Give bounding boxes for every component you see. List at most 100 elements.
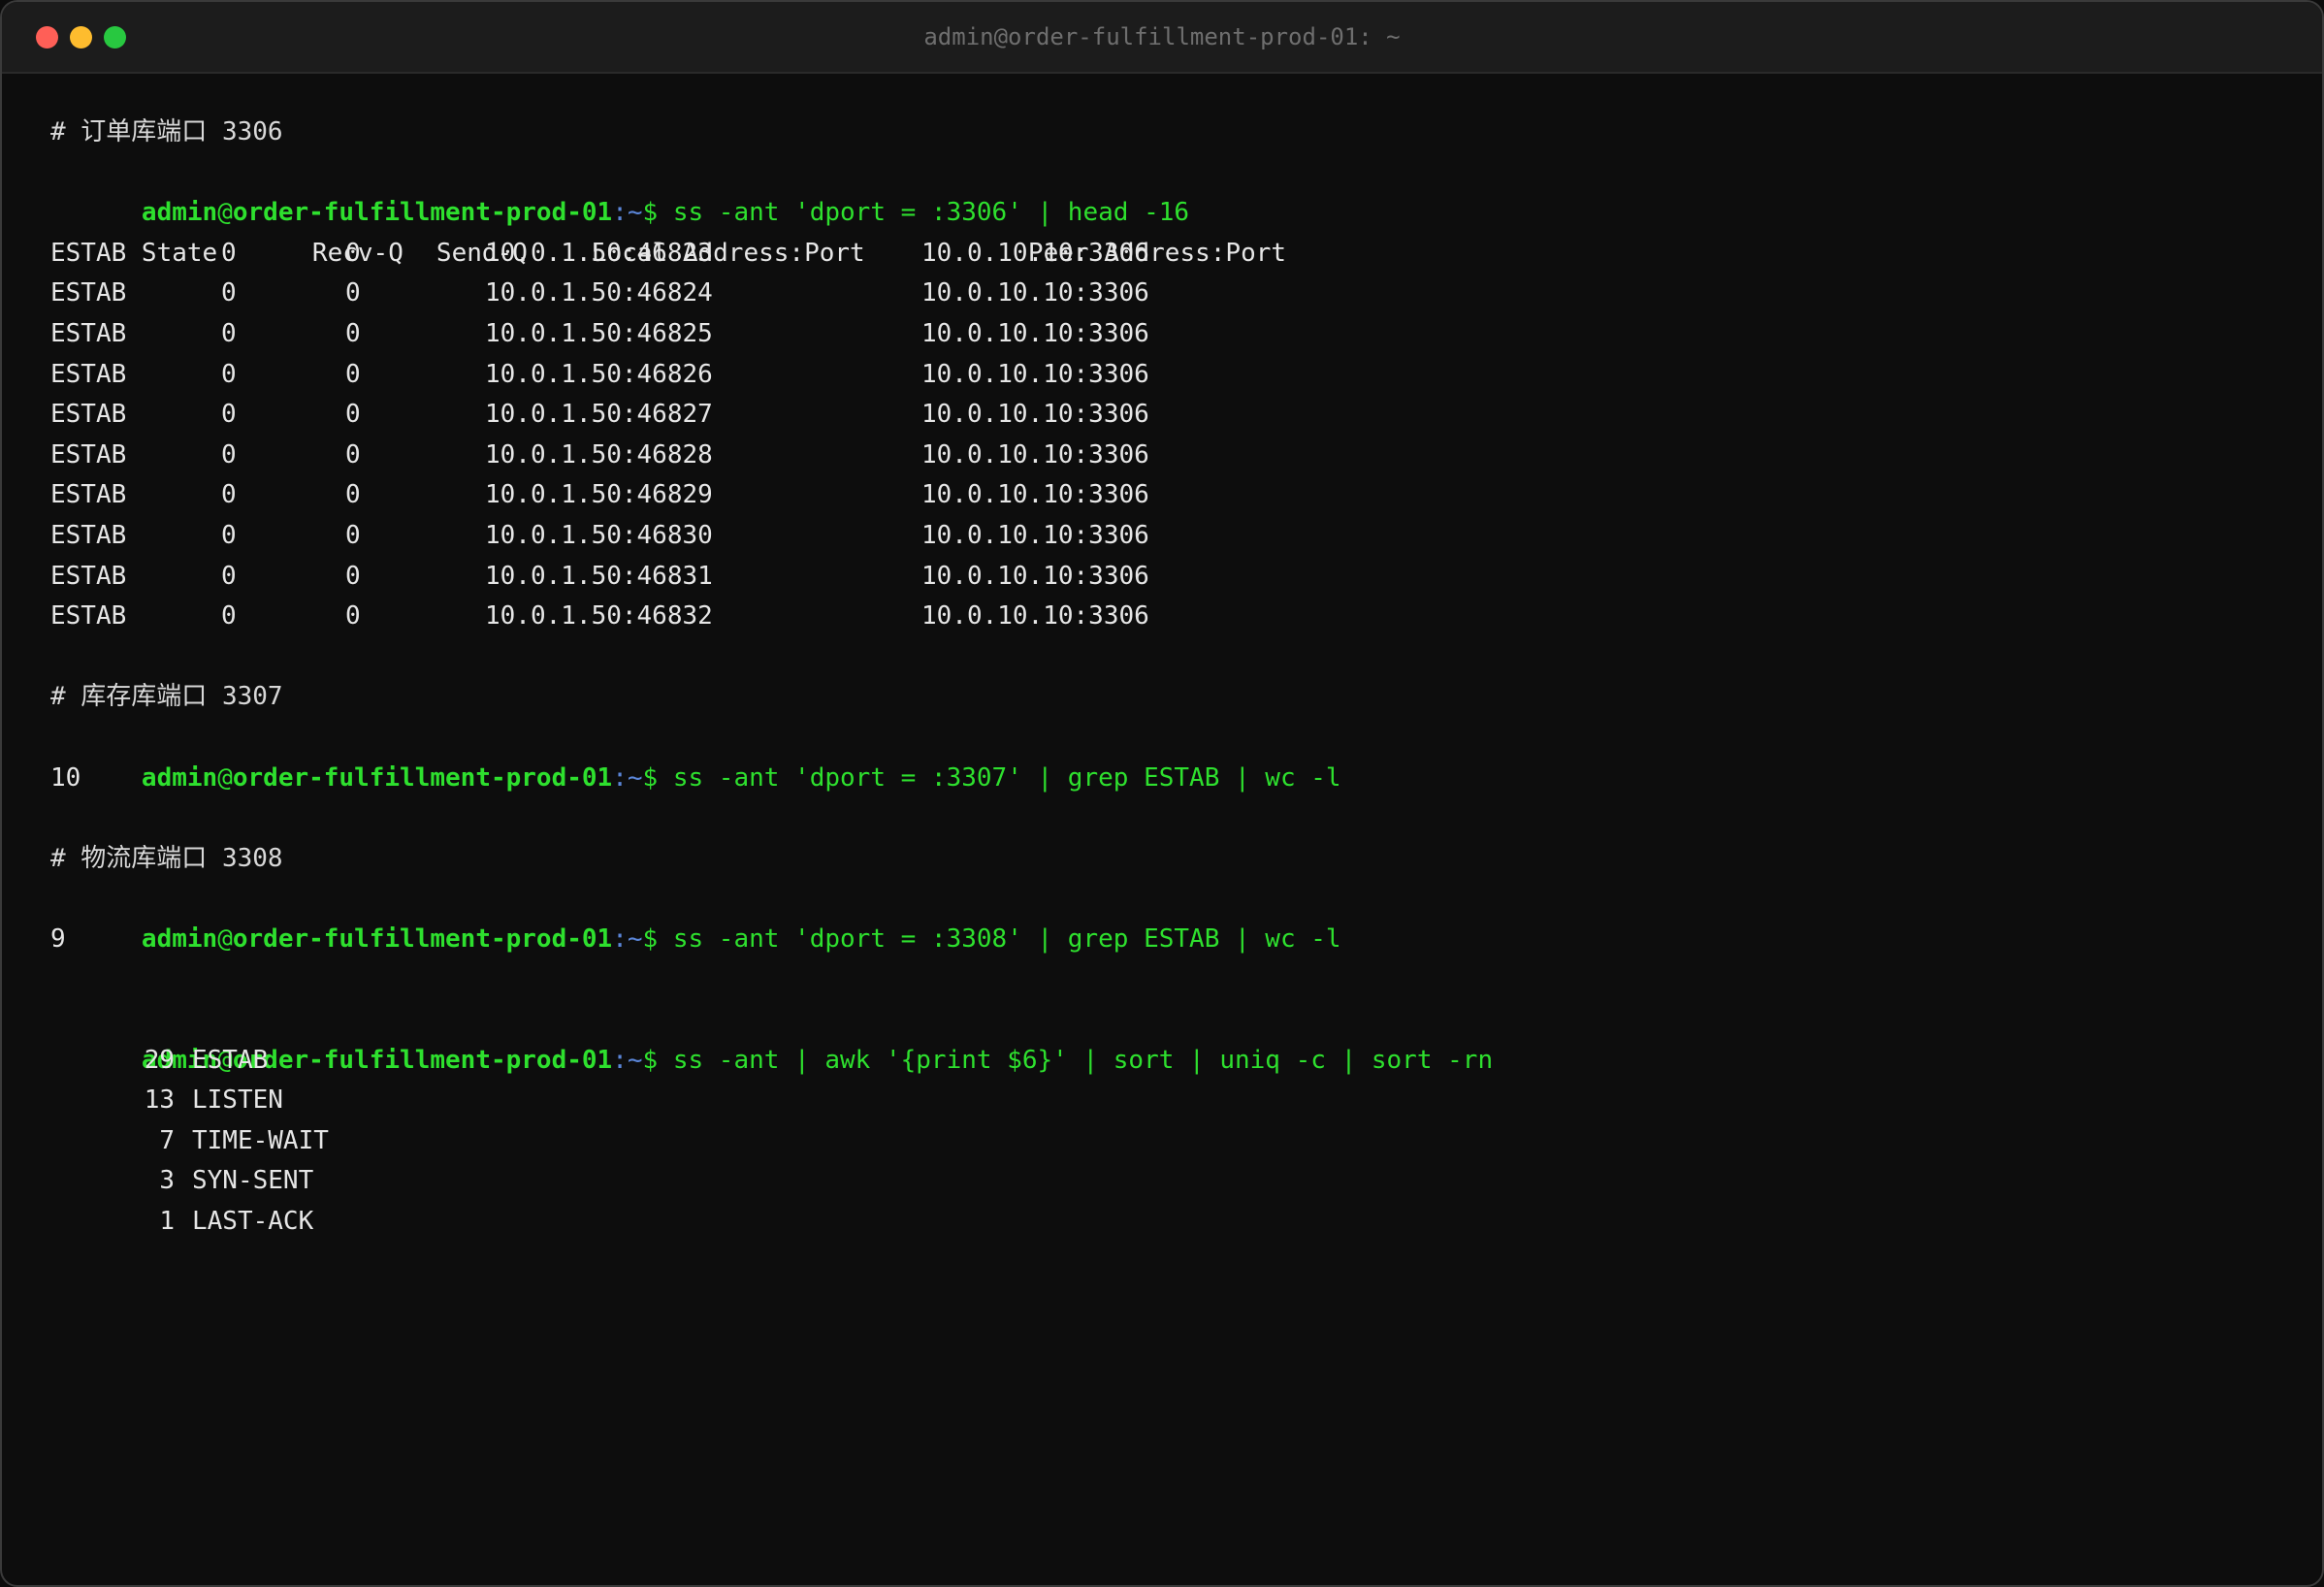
cell-local-address: 10.0.1.50:46829 <box>485 480 713 510</box>
cell-state: ESTAB <box>50 318 127 348</box>
table-row: ESTAB 0 0 10.0.1.50:46826 10.0.10.10:3306 <box>50 355 2283 396</box>
cell-peer-address: 10.0.10.10:3306 <box>921 400 1149 430</box>
prompt-line: admin@order-fulfillment-prod-01:~$ ss -a… <box>50 153 2283 227</box>
cell-peer-address: 10.0.10.10:3306 <box>921 238 1149 268</box>
cell-send-q: 0 <box>345 238 361 268</box>
state-name: TIME-WAIT <box>192 1125 329 1155</box>
state-count: 1 <box>159 1207 175 1237</box>
state-count: 7 <box>159 1125 175 1155</box>
cell-peer-address: 10.0.10.10:3306 <box>921 318 1149 348</box>
cell-local-address: 10.0.1.50:46830 <box>485 520 713 550</box>
prompt-line: admin@order-fulfillment-prod-01:~$ ss -a… <box>50 879 2283 954</box>
cell-state: ESTAB <box>50 359 127 389</box>
prompt-dollar: $ <box>642 762 659 793</box>
table-row: ESTAB 0 0 10.0.1.50:46823 10.0.10.10:3306 <box>50 234 2283 275</box>
cell-local-address: 10.0.1.50:46825 <box>485 318 713 348</box>
connection-table: ESTAB 0 0 10.0.1.50:46823 10.0.10.10:3306 EST… <box>50 234 2283 637</box>
prompt-dollar: $ <box>642 923 659 954</box>
cell-send-q: 0 <box>345 359 361 389</box>
terminal-window: admin@order-fulfillment-prod-01: ~ # 订单库… <box>0 0 2324 1587</box>
cell-send-q: 0 <box>345 520 361 550</box>
cell-send-q: 0 <box>345 561 361 591</box>
prompt-line: admin@order-fulfillment-prod-01:~$ ss -a… <box>50 718 2283 793</box>
table-row: ESTAB 0 0 10.0.1.50:46832 10.0.10.10:3306 <box>50 597 2283 637</box>
cell-recv-q: 0 <box>221 561 237 591</box>
table-row: ESTAB 0 0 10.0.1.50:46828 10.0.10.10:3306 <box>50 436 2283 476</box>
comment-line: # 库存库端口 3307 <box>50 682 283 712</box>
cell-state: ESTAB <box>50 238 127 268</box>
cell-peer-address: 10.0.10.10:3306 <box>921 439 1149 470</box>
state-name: LAST-ACK <box>192 1207 314 1237</box>
prompt-dollar: $ <box>642 1045 659 1075</box>
prompt-at: @ <box>217 198 233 228</box>
table-row: ESTAB 0 0 10.0.1.50:46827 10.0.10.10:3306 <box>50 395 2283 436</box>
cell-recv-q: 0 <box>221 318 237 348</box>
comment-line: # 订单库端口 3306 <box>50 117 283 146</box>
window-title: admin@order-fulfillment-prod-01: ~ <box>923 23 1401 50</box>
list-item: 3 SYN-SENT <box>50 1161 2283 1202</box>
cell-local-address: 10.0.1.50:46832 <box>485 601 713 632</box>
cell-local-address: 10.0.1.50:46828 <box>485 439 713 470</box>
title-bar: admin@order-fulfillment-prod-01: ~ <box>2 2 2322 74</box>
prompt-path: :~ <box>612 923 643 954</box>
prompt-line: admin@order-fulfillment-prod-01:~$ ss -a… <box>50 1000 2283 1075</box>
state-name: LISTEN <box>192 1085 283 1116</box>
cell-recv-q: 0 <box>221 359 237 389</box>
cell-state: ESTAB <box>50 561 127 591</box>
prompt-user: admin <box>141 923 218 954</box>
comment-line: # 物流库端口 3308 <box>50 843 283 873</box>
command-text: ss -ant 'dport = :3308' | grep ESTAB | w… <box>658 923 1341 954</box>
prompt-host: order-fulfillment-prod-01 <box>232 198 613 228</box>
cell-recv-q: 0 <box>221 400 237 430</box>
list-item: 1 LAST-ACK <box>50 1202 2283 1243</box>
prompt-host: order-fulfillment-prod-01 <box>232 923 613 954</box>
cell-send-q: 0 <box>345 439 361 470</box>
table-row: ESTAB 0 0 10.0.1.50:46830 10.0.10.10:3306 <box>50 516 2283 557</box>
cell-peer-address: 10.0.10.10:3306 <box>921 480 1149 510</box>
table-row: ESTAB 0 0 10.0.1.50:46829 10.0.10.10:3306 <box>50 475 2283 516</box>
cell-local-address: 10.0.1.50:46826 <box>485 359 713 389</box>
cell-send-q: 0 <box>345 400 361 430</box>
cell-local-address: 10.0.1.50:46823 <box>485 238 713 268</box>
cell-peer-address: 10.0.10.10:3306 <box>921 359 1149 389</box>
cell-send-q: 0 <box>345 278 361 308</box>
cell-recv-q: 0 <box>221 480 237 510</box>
table-row: ESTAB 0 0 10.0.1.50:46831 10.0.10.10:3306 <box>50 557 2283 598</box>
cell-peer-address: 10.0.10.10:3306 <box>921 520 1149 550</box>
table-row: ESTAB 0 0 10.0.1.50:46825 10.0.10.10:3306 <box>50 314 2283 355</box>
cell-recv-q: 0 <box>221 278 237 308</box>
state-count: 29 <box>144 1045 175 1075</box>
cell-state: ESTAB <box>50 400 127 430</box>
cell-state: ESTAB <box>50 520 127 550</box>
state-name: ESTAB <box>192 1045 269 1075</box>
cell-peer-address: 10.0.10.10:3306 <box>921 278 1149 308</box>
command-text: ss -ant | awk '{print $6}' | sort | uniq… <box>658 1045 1494 1075</box>
list-item: 13 LISTEN <box>50 1081 2283 1121</box>
cell-send-q: 0 <box>345 601 361 632</box>
table-row: ESTAB 0 0 10.0.1.50:46824 10.0.10.10:3306 <box>50 274 2283 314</box>
cell-local-address: 10.0.1.50:46831 <box>485 561 713 591</box>
cell-recv-q: 0 <box>221 439 237 470</box>
cell-recv-q: 0 <box>221 238 237 268</box>
cell-state: ESTAB <box>50 439 127 470</box>
cell-send-q: 0 <box>345 318 361 348</box>
prompt-path: :~ <box>612 1045 643 1075</box>
prompt-host: order-fulfillment-prod-01 <box>232 762 613 793</box>
prompt-path: :~ <box>612 762 643 793</box>
command-text: ss -ant 'dport = :3306' | head -16 <box>658 198 1190 228</box>
prompt-at: @ <box>217 923 233 954</box>
prompt-at: @ <box>217 762 233 793</box>
prompt-host: order-fulfillment-prod-01 <box>232 1045 613 1075</box>
cell-local-address: 10.0.1.50:46824 <box>485 278 713 308</box>
state-count: 13 <box>144 1085 175 1116</box>
terminal-output[interactable]: # 订单库端口 3306 admin@order-fulfillment-pro… <box>50 113 2283 1546</box>
cell-recv-q: 0 <box>221 601 237 632</box>
prompt-user: admin <box>141 762 218 793</box>
state-name: SYN-SENT <box>192 1166 314 1196</box>
cell-recv-q: 0 <box>221 520 237 550</box>
list-item: 7 TIME-WAIT <box>50 1121 2283 1162</box>
prompt-dollar: $ <box>642 198 659 228</box>
